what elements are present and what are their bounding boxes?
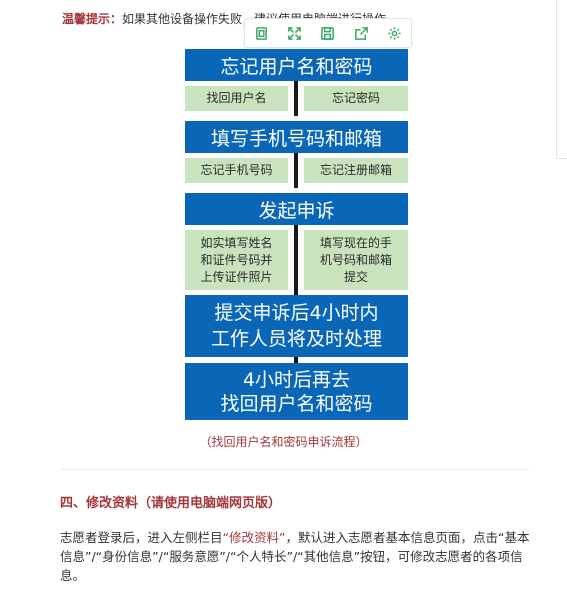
step-label-line: 找回用户名和密码 — [220, 392, 373, 415]
step-label-line: 4小时后再去 — [242, 368, 351, 391]
step-label-line: 如实填写姓名 — [200, 235, 273, 250]
step-processing-4h: 提交申诉后4小时内 工作人员将及时处理 — [185, 295, 408, 357]
section-title: 四、修改资料（请使用电脑端网页版） — [60, 496, 282, 511]
step-retry-after-4h: 4小时后再去 找回用户名和密码 — [185, 363, 408, 420]
recovery-flowchart: 忘记用户名和密码 找回用户名 忘记密码 填写手机号码和邮箱 忘记手机号码 忘记注… — [0, 0, 567, 430]
step-label-line: 上传证件照片 — [200, 269, 273, 284]
section-paragraph: 志愿者登录后，进入左侧栏目“修改资料”，默认进入志愿者基本信息页面，点击“基本信… — [60, 528, 540, 585]
connector-line — [294, 225, 298, 295]
step-label-line: 填写现在的手 — [319, 235, 392, 250]
step-label-line: 工作人员将及时处理 — [210, 328, 382, 350]
step-label: 忘记手机号码 — [200, 163, 273, 177]
step-label: 忘记密码 — [331, 91, 380, 105]
flowchart-caption: （找回用户名和密码申诉流程） — [199, 435, 368, 449]
step-label: 忘记注册邮箱 — [319, 163, 392, 177]
step-find-username: 找回用户名 — [185, 86, 288, 111]
step-label-line: 提交 — [343, 269, 368, 284]
step-forgot-phone: 忘记手机号码 — [185, 158, 288, 183]
divider — [60, 469, 530, 470]
modify-profile-link[interactable]: “修改资料” — [223, 530, 286, 545]
step-fill-phone-email: 填写手机号码和邮箱 — [185, 121, 408, 153]
connector-line — [294, 153, 298, 188]
connector-line — [294, 81, 298, 116]
step-label: 填写手机号码和邮箱 — [210, 127, 382, 150]
step-submit-appeal: 发起申诉 — [185, 193, 408, 225]
para-text: 志愿者登录后，进入左侧栏目 — [60, 530, 223, 545]
step-fill-id-info: 如实填写姓名 和证件号码并 上传证件照片 — [185, 230, 288, 290]
step-label-line: 机号码和邮箱 — [319, 252, 392, 267]
step-label-line: 和证件号码并 — [200, 252, 273, 267]
step-forgot-email: 忘记注册邮箱 — [304, 158, 408, 183]
step-fill-current-contact: 填写现在的手 机号码和邮箱 提交 — [304, 230, 408, 290]
step-label: 忘记用户名和密码 — [220, 55, 373, 78]
step-label-line: 提交申诉后4小时内 — [214, 302, 379, 324]
step-label: 找回用户名 — [206, 91, 267, 105]
step-forgot-username-password: 忘记用户名和密码 — [185, 49, 408, 81]
step-forgot-password: 忘记密码 — [304, 86, 408, 111]
step-label: 发起申诉 — [258, 199, 335, 222]
